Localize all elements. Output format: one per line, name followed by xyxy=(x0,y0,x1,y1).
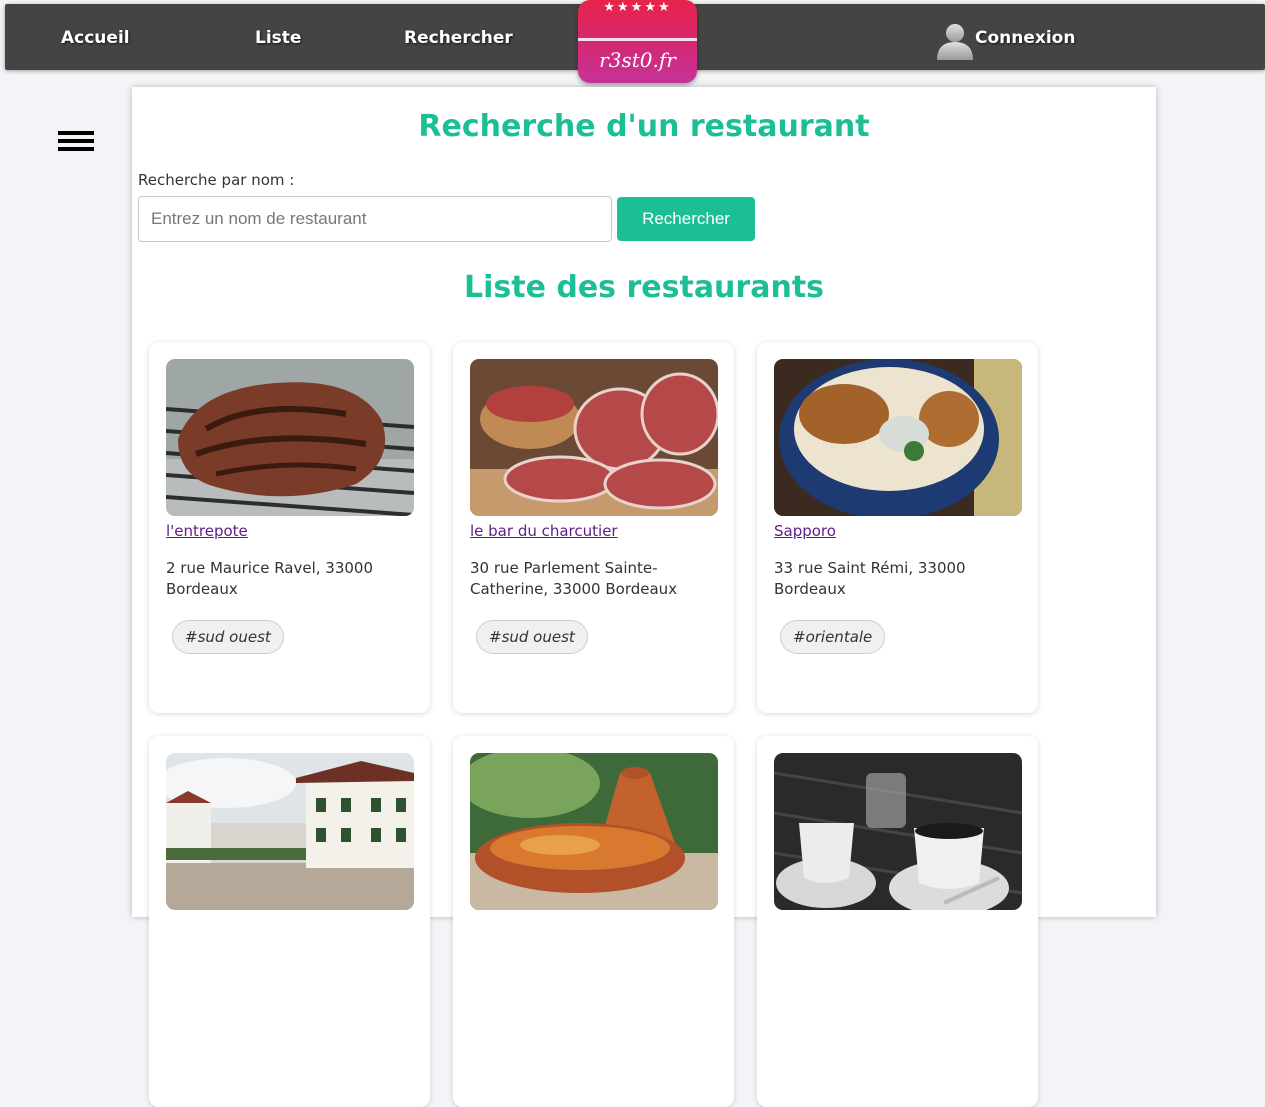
main-panel: Recherche d'un restaurant Recherche par … xyxy=(132,87,1156,1107)
restaurant-card xyxy=(453,736,734,1107)
nav-list-link[interactable]: Liste xyxy=(255,28,301,48)
nav-home-link[interactable]: Accueil xyxy=(61,28,130,48)
restaurant-address: 30 rue Parlement Sainte-Catherine, 33000… xyxy=(470,559,678,598)
restaurant-card: l'entrepote 2 rue Maurice Ravel, 33000 B… xyxy=(149,342,430,713)
restaurant-tag[interactable]: #sud ouest xyxy=(172,620,284,654)
restaurant-image-sliced-saucisson[interactable] xyxy=(470,359,718,516)
logo-band xyxy=(578,38,697,41)
restaurant-tag[interactable]: #orientale xyxy=(780,620,886,654)
restaurant-search-input[interactable] xyxy=(138,196,612,242)
search-label: Recherche par nom : xyxy=(138,171,295,189)
restaurant-card xyxy=(757,736,1038,1107)
restaurant-address: 2 rue Maurice Ravel, 33000 Bordeaux xyxy=(166,559,374,598)
restaurant-name-link[interactable]: Sapporo xyxy=(774,522,836,540)
hamburger-menu-icon[interactable] xyxy=(58,131,94,151)
logo-stars: ★★★★★ xyxy=(603,0,672,15)
restaurant-image-basque-village[interactable] xyxy=(166,753,414,910)
search-button[interactable]: Rechercher xyxy=(617,197,755,241)
restaurant-card: Sapporo 33 rue Saint Rémi, 33000 Bordeau… xyxy=(757,342,1038,713)
nav-search-link[interactable]: Rechercher xyxy=(404,28,513,48)
nav-login-link[interactable]: Connexion xyxy=(975,28,1075,48)
user-icon[interactable] xyxy=(935,22,975,60)
restaurant-name-link[interactable]: l'entrepote xyxy=(166,522,248,540)
restaurant-tag[interactable]: #sud ouest xyxy=(476,620,588,654)
restaurant-address: 33 rue Saint Rémi, 33000 Bordeaux xyxy=(774,559,966,598)
logo-text: r3st0.fr xyxy=(599,48,676,72)
search-title: Recherche d'un restaurant xyxy=(418,109,870,144)
restaurant-image-tajine[interactable] xyxy=(470,753,718,910)
restaurant-image-coffee-cups[interactable] xyxy=(774,753,1022,910)
restaurant-image-japanese-bowl[interactable] xyxy=(774,359,1022,516)
list-title: Liste des restaurants xyxy=(463,270,825,305)
site-logo[interactable]: ★★★★★ r3st0.fr xyxy=(578,0,697,83)
restaurant-card xyxy=(149,736,430,1107)
restaurant-card: le bar du charcutier 30 rue Parlement Sa… xyxy=(453,342,734,713)
restaurant-name-link[interactable]: le bar du charcutier xyxy=(470,522,618,540)
restaurant-image-grilled-steak[interactable] xyxy=(166,359,414,516)
